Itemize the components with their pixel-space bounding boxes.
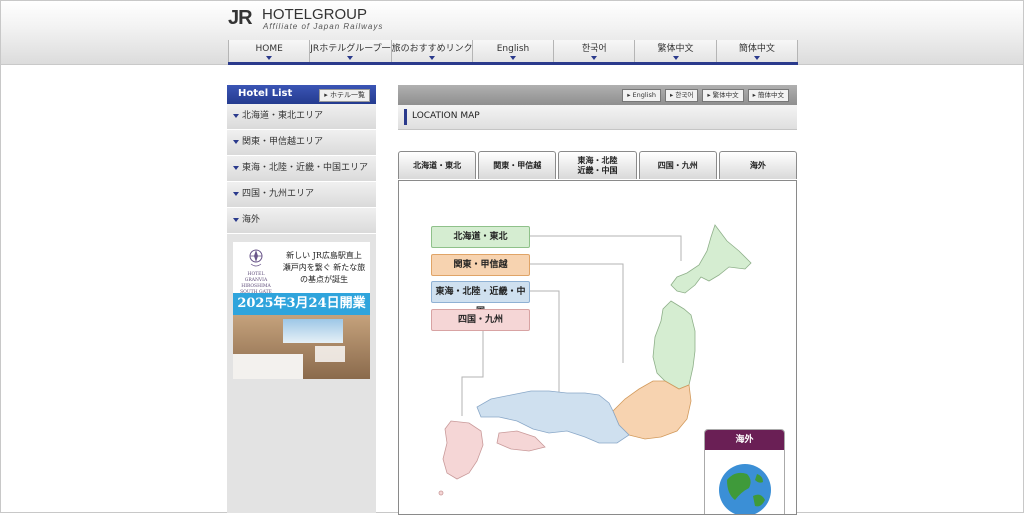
tab-overseas[interactable]: 海外 <box>718 151 798 179</box>
leader-line-kanto <box>529 263 624 363</box>
tohoku-shape <box>652 300 696 390</box>
chevron-down-icon <box>266 56 273 60</box>
lang-korean-button[interactable]: ▸ 한국어 <box>665 89 699 102</box>
area-shikoku-kyushu[interactable]: 四国・九州エリア <box>227 182 376 208</box>
lang-traditional-chinese-button[interactable]: ▸ 繁体中文 <box>702 89 744 102</box>
lang-label: 繁体中文 <box>712 91 739 99</box>
hotel-crest-icon <box>249 249 263 267</box>
hotel-list-button-label: ホテル一覧 <box>330 91 365 99</box>
logo-mark: JR <box>228 7 253 29</box>
chevron-down-icon <box>509 56 516 60</box>
lang-label: 簡体中文 <box>758 91 784 99</box>
logo-name: HOTELGROUP <box>262 6 368 23</box>
language-bar: ▸ English ▸ 한국어 ▸ 繁体中文 ▸ 簡体中文 <box>398 85 797 105</box>
logo[interactable]: JR HOTELGROUP Affiliate of Japan Railway… <box>228 6 398 32</box>
area-tokai-kinki-chugoku[interactable]: 東海・北陸・近畿・中国エリア <box>227 156 376 182</box>
nav-travel-links[interactable]: 旅のおすすめリンク <box>390 40 472 62</box>
banner-headline: 新しい JR広島駅直上 瀬戸内を繋ぐ 新たな旅の基点が誕生 <box>282 251 366 284</box>
global-nav: HOME JRホテルグループ一覧 旅のおすすめリンク English 한국어 繁… <box>228 40 798 65</box>
nav-label: English <box>496 44 530 54</box>
nav-english[interactable]: English <box>471 40 554 62</box>
region-button-shikoku-kyushu[interactable]: 四国・九州 <box>431 309 530 331</box>
language-buttons: ▸ English ▸ 한국어 ▸ 繁体中文 ▸ 簡体中文 <box>622 89 789 102</box>
region-button-tokai-kinki-chugoku[interactable]: 東海・北陸・近畿・中国 <box>431 281 530 317</box>
area-label: 四国・九州エリア <box>242 189 315 199</box>
chevron-down-icon <box>428 56 435 60</box>
banner-photo-bed <box>233 354 303 379</box>
area-label: 関東・甲信越エリア <box>242 137 324 147</box>
nav-traditional-chinese[interactable]: 繁体中文 <box>634 40 716 62</box>
area-overseas[interactable]: 海外 <box>227 208 376 234</box>
hotel-list-title: Hotel List <box>238 88 293 99</box>
nav-simplified-chinese[interactable]: 簡体中文 <box>715 40 798 62</box>
nav-label: 한국어 <box>581 44 607 54</box>
kyushu-shape <box>442 420 484 480</box>
island-shape <box>438 490 444 496</box>
chevron-down-icon <box>753 56 760 60</box>
leader-line-hokkaido <box>529 235 682 261</box>
nav-label: 繁体中文 <box>657 44 694 54</box>
leader-line-kyushu <box>461 330 484 416</box>
location-map: 北海道・東北 関東・甲信越 東海・北陸・近畿・中国 四国・九州 海外 <box>398 180 797 515</box>
section-title: LOCATION MAP <box>412 111 480 121</box>
chevron-down-icon <box>233 191 239 196</box>
overseas-button[interactable]: 海外 <box>704 429 785 514</box>
nav-label: 簡体中文 <box>738 44 775 54</box>
region-button-hokkaido-tohoku[interactable]: 北海道・東北 <box>431 226 530 248</box>
region-hokkaido-tohoku[interactable] <box>652 224 752 390</box>
shikoku-shape <box>496 430 546 452</box>
banner-photo-lamp <box>315 346 345 362</box>
area-label: 北海道・東北エリア <box>242 111 324 121</box>
tab-shikoku-kyushu[interactable]: 四国・九州 <box>638 151 717 179</box>
hotel-list-button[interactable]: ▸ ホテル一覧 <box>319 89 370 102</box>
tab-tokai-kinki-chugoku[interactable]: 東海・北陸 近畿・中国 <box>558 151 637 179</box>
logo-subtitle: Affiliate of Japan Railways <box>263 22 384 31</box>
hokkaido-shape <box>670 224 752 294</box>
overseas-label: 海外 <box>705 430 784 450</box>
chevron-down-icon <box>233 217 239 222</box>
chevron-down-icon <box>591 56 598 60</box>
chevron-down-icon <box>233 139 239 144</box>
banner-photo-window <box>283 319 343 343</box>
site-header: JR HOTELGROUP Affiliate of Japan Railway… <box>1 1 1023 65</box>
area-label: 東海・北陸・近畿・中国エリア <box>242 163 369 173</box>
region-button-kanto-koshinetsu[interactable]: 関東・甲信越 <box>431 254 530 276</box>
nav-korean[interactable]: 한국어 <box>553 40 635 62</box>
heading-accent <box>404 109 407 125</box>
chevron-down-icon <box>233 113 239 118</box>
hotel-list-header: Hotel List ▸ ホテル一覧 <box>227 85 376 104</box>
chevron-down-icon <box>347 56 354 60</box>
nav-label: JRホテルグループ一覧 <box>310 44 391 54</box>
location-map-heading: LOCATION MAP <box>398 105 797 130</box>
area-hokkaido-tohoku[interactable]: 北海道・東北エリア <box>227 104 376 130</box>
tab-hokkaido-tohoku[interactable]: 北海道・東北 <box>398 151 477 179</box>
nav-label: 旅のおすすめリンク <box>391 44 472 54</box>
globe-icon <box>719 464 771 514</box>
chevron-down-icon <box>672 56 679 60</box>
main-content: ▸ English ▸ 한국어 ▸ 繁体中文 ▸ 簡体中文 LOCATION M… <box>398 85 798 515</box>
lang-label: 한국어 <box>675 91 694 99</box>
leader-line-chubu <box>529 290 560 393</box>
tab-kanto-koshinetsu[interactable]: 関東・甲信越 <box>478 151 557 179</box>
chevron-down-icon <box>233 165 239 170</box>
nav-hotel-group-list[interactable]: JRホテルグループ一覧 <box>309 40 391 62</box>
lang-simplified-chinese-button[interactable]: ▸ 簡体中文 <box>747 89 789 102</box>
area-kanto-koshinetsu[interactable]: 関東・甲信越エリア <box>227 130 376 156</box>
nav-label: HOME <box>255 44 283 54</box>
area-label: 海外 <box>242 215 261 225</box>
banner-opening-date: 2025年3月24日開業 <box>233 293 370 315</box>
hotel-banner[interactable]: HOTEL GRANVIA HIROSHIMA SOUTH GATE 新しい J… <box>233 242 370 379</box>
region-tabs: 北海道・東北 関東・甲信越 東海・北陸 近畿・中国 四国・九州 海外 <box>398 151 798 180</box>
lang-label: English <box>632 91 657 99</box>
lang-english-button[interactable]: ▸ English <box>622 89 662 102</box>
region-shikoku-kyushu[interactable] <box>438 420 546 496</box>
nav-home[interactable]: HOME <box>228 40 310 62</box>
sidebar: Hotel List ▸ ホテル一覧 北海道・東北エリア 関東・甲信越エリア 東… <box>227 85 376 513</box>
hotel-logo: HOTEL GRANVIA HIROSHIMA SOUTH GATE <box>237 247 275 297</box>
